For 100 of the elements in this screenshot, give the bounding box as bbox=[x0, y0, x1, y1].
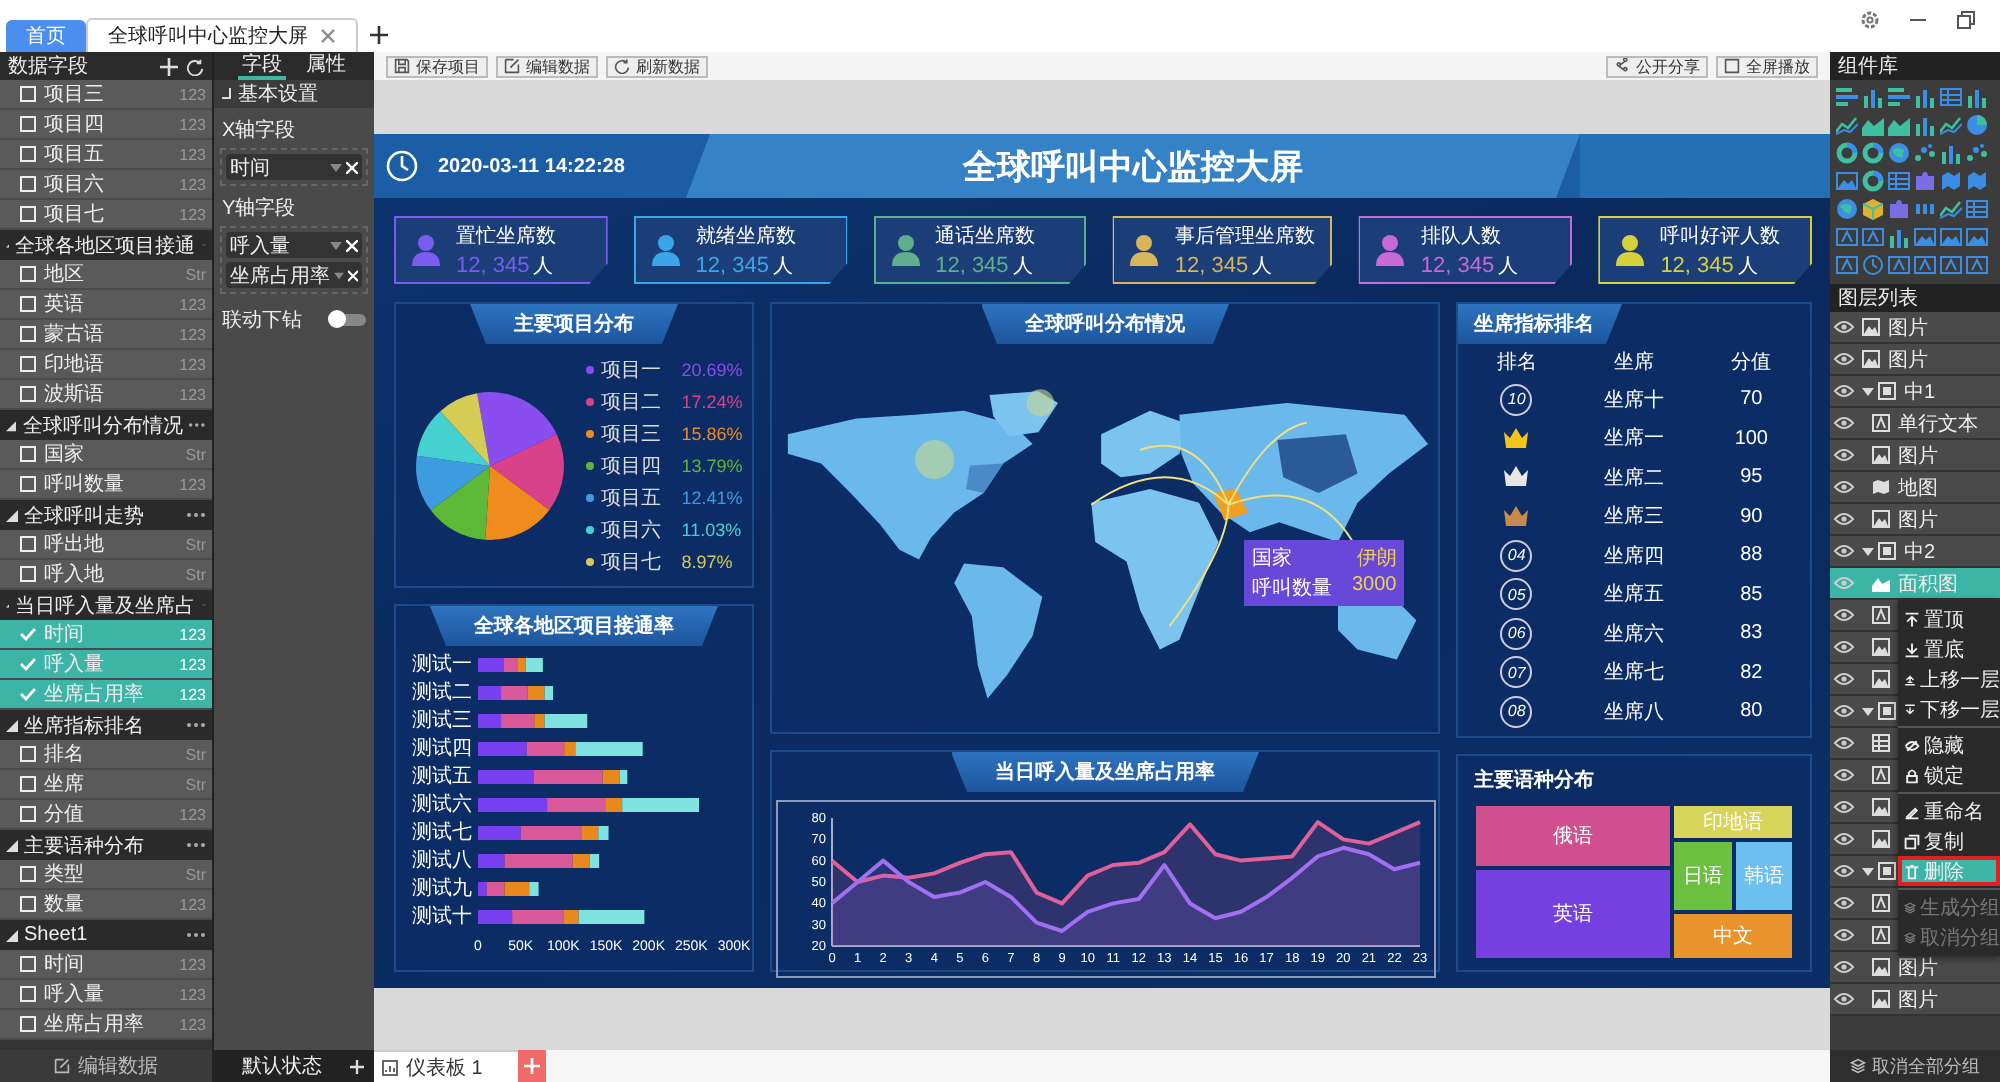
type-tag: Str bbox=[185, 265, 206, 283]
date-time: 2020-03-11 14:22:28 bbox=[438, 155, 625, 177]
type-tag: 123 bbox=[179, 205, 206, 223]
type-tag: 123 bbox=[179, 325, 206, 343]
kpi-value: 12, 345 bbox=[1420, 253, 1495, 277]
type-tag: 123 bbox=[179, 895, 206, 913]
table-cell-text: 坐席二 bbox=[1603, 465, 1664, 492]
legend-label: 项目二 bbox=[601, 389, 662, 415]
legend-value: 8.97% bbox=[681, 551, 733, 571]
type-tag: Str bbox=[185, 445, 206, 463]
legend-label: 项目一 bbox=[601, 357, 662, 383]
legend-value: 20.69% bbox=[681, 359, 743, 379]
kpi-label: 排队人数 bbox=[1420, 223, 1503, 249]
rank-badge: 04 bbox=[1500, 539, 1533, 572]
type-tag: Str bbox=[185, 565, 206, 583]
type-tag: Str bbox=[185, 775, 206, 793]
axis-label: 测试二 bbox=[412, 682, 472, 704]
column-header: 分值 bbox=[1731, 350, 1772, 376]
table-cell: 83 bbox=[1740, 622, 1763, 645]
type-tag: Str bbox=[185, 535, 206, 553]
table-cell: 90 bbox=[1740, 505, 1763, 528]
panel-title: 数据字段 bbox=[8, 53, 90, 80]
type-tag: 123 bbox=[179, 475, 206, 493]
rank-badge: 08 bbox=[1500, 695, 1533, 728]
legend-value: 17.24% bbox=[681, 391, 743, 411]
column-header: 排名 bbox=[1496, 349, 1537, 376]
type-tag: 123 bbox=[179, 145, 206, 163]
type-tag: 123 bbox=[179, 655, 206, 673]
table-cell: 80 bbox=[1740, 700, 1763, 723]
table-cell-text: 坐席七 bbox=[1603, 659, 1664, 687]
panel-title: 主要项目分布 bbox=[470, 304, 678, 344]
type-tag: 123 bbox=[179, 175, 206, 193]
treemap-tile: 韩语 bbox=[1733, 840, 1795, 912]
panel-title: 图层列表 bbox=[1830, 284, 2000, 312]
type-tag: 123 bbox=[179, 355, 206, 373]
table-cell: 70 bbox=[1740, 388, 1763, 411]
axis-label: 测试六 bbox=[412, 794, 472, 816]
kpi-value: 12, 345 bbox=[1660, 253, 1734, 277]
table-cell-text: 坐席四 bbox=[1603, 543, 1664, 570]
legend-value: 11.03% bbox=[681, 519, 742, 539]
table-cell-text: 坐席五 bbox=[1603, 581, 1664, 609]
panel-title: 全球呼叫分布情况 bbox=[981, 304, 1229, 344]
kpi-unit: 人 bbox=[1012, 253, 1033, 279]
axis-label: 测试九 bbox=[412, 878, 472, 900]
table-cell-text: 坐席六 bbox=[1603, 621, 1664, 648]
kpi-unit: 人 bbox=[773, 253, 793, 279]
type-tag: 123 bbox=[179, 685, 206, 703]
legend-label: 项目六 bbox=[601, 517, 662, 543]
type-tag: Str bbox=[185, 865, 206, 883]
axis-label: 测试五 bbox=[412, 766, 472, 788]
type-tag: 123 bbox=[179, 1015, 206, 1033]
axis-label: 测试三 bbox=[412, 710, 472, 732]
axis-label: 测试八 bbox=[412, 850, 472, 872]
tooltip-value: 伊朗 bbox=[1356, 545, 1397, 572]
kpi-value: 12, 345 bbox=[456, 253, 530, 277]
panel-title: 主要语种分布 bbox=[1472, 766, 1596, 796]
type-tag: Str bbox=[185, 745, 206, 763]
rank-badge: 06 bbox=[1500, 617, 1533, 650]
legend-label: 项目五 bbox=[601, 485, 662, 511]
table-cell: 82 bbox=[1740, 661, 1763, 684]
kpi-unit: 人 bbox=[1252, 253, 1273, 279]
axis-label: 测试七 bbox=[412, 822, 472, 844]
tooltip-label: 国家 bbox=[1252, 545, 1292, 572]
table-cell-text: 坐席三 bbox=[1603, 503, 1664, 531]
kpi-label: 呼叫好评人数 bbox=[1660, 223, 1781, 249]
kpi-label: 置忙坐席数 bbox=[456, 223, 556, 249]
legend-label: 项目七 bbox=[601, 549, 662, 575]
dashboard-title: 全球呼叫中心监控大屏 bbox=[963, 145, 1303, 189]
type-tag: 123 bbox=[179, 625, 206, 643]
type-tag: 123 bbox=[179, 115, 206, 133]
kpi-unit: 人 bbox=[533, 253, 554, 279]
treemap-tile: 俄语 bbox=[1474, 804, 1673, 868]
kpi-unit: 人 bbox=[1498, 253, 1519, 279]
panel-title: 坐席指标排名 bbox=[1458, 304, 1622, 344]
kpi-value: 12, 345 bbox=[1174, 253, 1249, 277]
kpi-value: 12, 345 bbox=[935, 253, 1009, 277]
kpi-label: 通话坐席数 bbox=[935, 223, 1036, 249]
legend-label: 项目四 bbox=[601, 453, 662, 479]
treemap-tile: 日语 bbox=[1672, 840, 1734, 912]
table-cell-text: 坐席一 bbox=[1603, 425, 1664, 453]
type-tag: 123 bbox=[179, 805, 206, 823]
tooltip-value: 3000 bbox=[1352, 574, 1397, 600]
axis-label: 测试十 bbox=[412, 906, 472, 928]
panel-title: 当日呼入量及坐席占用率 bbox=[951, 752, 1259, 792]
treemap-tile: 英语 bbox=[1474, 867, 1673, 960]
treemap-tile: 印地语 bbox=[1672, 804, 1794, 841]
table-cell: 95 bbox=[1740, 466, 1763, 489]
type-tag: 123 bbox=[179, 295, 206, 313]
table-cell-text: 坐席十 bbox=[1603, 387, 1664, 414]
kpi-label: 事后管理坐席数 bbox=[1174, 223, 1315, 249]
rank-badge: 10 bbox=[1500, 383, 1533, 416]
axis-label: 测试四 bbox=[412, 738, 472, 760]
axis-label: 测试一 bbox=[412, 654, 472, 676]
panel-title: 组件库 bbox=[1830, 52, 2000, 80]
legend-value: 12.41% bbox=[681, 487, 743, 507]
kpi-unit: 人 bbox=[1737, 253, 1758, 279]
field-label: X轴字段 bbox=[220, 117, 298, 146]
type-tag: 123 bbox=[179, 85, 206, 103]
kpi-label: 就绪坐席数 bbox=[695, 223, 796, 249]
treemap-tile: 中文 bbox=[1672, 911, 1794, 960]
